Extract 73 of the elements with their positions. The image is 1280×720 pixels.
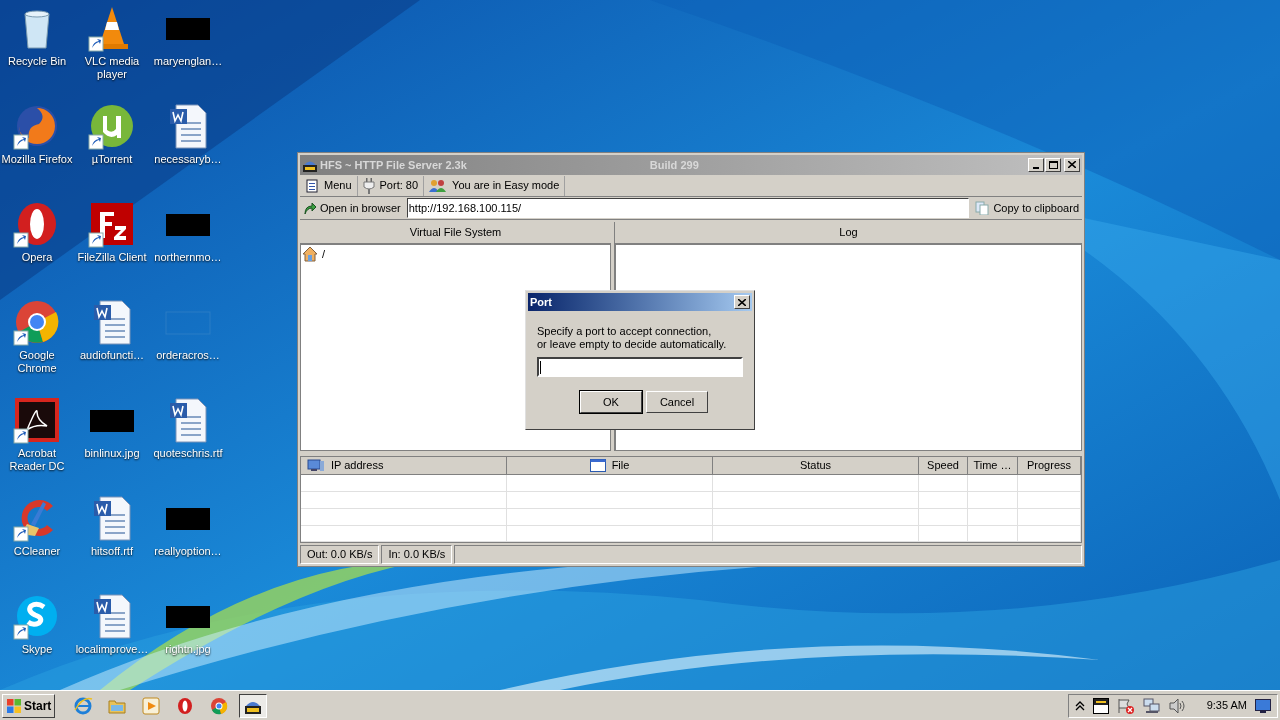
chevron-up-icon[interactable] (1074, 699, 1085, 712)
dialog-message: or leave empty to decide automatically. (537, 338, 728, 351)
toolbar-button[interactable]: You are in Easy mode (424, 175, 566, 196)
url-field[interactable]: http://192.168.100.115/ (406, 198, 970, 219)
media-player-icon (141, 695, 162, 716)
internet-explorer-icon (73, 695, 94, 716)
column-header[interactable]: Speed (919, 457, 968, 476)
toolbar-button[interactable]: Port: 80 (357, 175, 425, 196)
build-label: Build 299 (649, 157, 699, 173)
dialog-message: Specify a port to accept connection, (537, 325, 713, 338)
window-title: HFS ~ HTTP File Server 2.3k (320, 157, 467, 173)
network-icon[interactable] (1142, 697, 1161, 714)
speaker-icon[interactable] (1168, 697, 1187, 714)
server-icon[interactable] (1092, 697, 1109, 714)
desktop-icon-label[interactable]: maryenglan… (150, 55, 226, 68)
close-icon (1068, 161, 1076, 169)
dialog-title: Port (530, 294, 552, 310)
status-panel: Out: 0.0 KB/s (300, 545, 380, 564)
arrow-icon (303, 201, 317, 216)
users-icon (429, 178, 448, 193)
column-header[interactable]: Time … (968, 457, 1018, 476)
toolbar-button[interactable]: Menu (300, 175, 358, 196)
maximize-button[interactable] (1045, 157, 1061, 172)
flag-warning-icon[interactable] (1116, 697, 1135, 714)
desktop-icon-label[interactable]: necessaryb… (150, 153, 226, 166)
copy-icon (975, 201, 990, 216)
maximize-icon (1048, 160, 1058, 169)
home-icon (302, 246, 318, 263)
document-icon (305, 178, 319, 193)
desktop-icon-label[interactable]: Skype (0, 643, 75, 656)
tree-item[interactable]: / (302, 246, 326, 263)
copy-to-clipboard-button[interactable]: Copy to clipboard (972, 199, 1082, 217)
column-header[interactable]: IP address (301, 457, 507, 476)
desktop-icon-label[interactable]: Recycle Bin (0, 55, 75, 68)
close-button[interactable] (734, 295, 750, 309)
status-panel: In: 0.0 KB/s (381, 545, 453, 564)
close-button[interactable] (1064, 157, 1080, 172)
desktop-icon-label[interactable]: Opera (0, 251, 75, 264)
desktop-icon-label[interactable]: CCleaner (0, 545, 75, 558)
clock[interactable]: 9:35 AM (1206, 697, 1247, 714)
desktop-icon-label[interactable]: reallyoption… (150, 545, 226, 558)
column-header[interactable]: Progress (1018, 457, 1081, 476)
desktop-icon-label[interactable]: hitsoff.rtf (74, 545, 150, 558)
desktop-icon-label[interactable]: binlinux.jpg (74, 447, 150, 460)
windows-logo-icon (6, 697, 22, 714)
text-cursor-icon (540, 360, 541, 374)
desktop-icon-label[interactable]: Mozilla Firefox (0, 153, 75, 166)
desktop-icon-label[interactable]: VLC media player (74, 55, 150, 81)
desktop-icon-label[interactable]: Google Chrome (0, 349, 75, 375)
desktop-icon-label[interactable]: quoteschris.rtf (150, 447, 226, 460)
close-icon (738, 298, 746, 306)
column-header[interactable]: File (507, 457, 713, 476)
show-desktop-icon[interactable] (1255, 698, 1271, 713)
open-in-browser-button[interactable]: Open in browser (300, 199, 404, 217)
start-button[interactable]: Start (2, 693, 56, 718)
minimize-icon (1033, 166, 1039, 169)
minimize-button[interactable] (1028, 157, 1044, 172)
computer-icon (307, 459, 325, 473)
desktop-icon-label[interactable]: localimprove… (74, 643, 150, 656)
dialog-button[interactable]: OK (580, 391, 642, 413)
desktop-icon-label[interactable]: µTorrent (74, 153, 150, 166)
window-icon (589, 459, 606, 473)
port-input[interactable] (537, 357, 743, 377)
desktop-icon-label[interactable]: Acrobat Reader DC (0, 447, 75, 473)
desktop-icon-label[interactable]: orderacros… (150, 349, 226, 362)
plug-icon (362, 177, 375, 194)
taskbar-button[interactable] (239, 693, 268, 718)
desktop-icon-label[interactable]: audiofuncti… (74, 349, 150, 362)
desktop-icon-label[interactable]: FileZilla Client (74, 251, 150, 264)
column-header[interactable]: Status (713, 457, 919, 476)
desktop-icon-label[interactable]: northernmo… (150, 251, 226, 264)
dialog-button[interactable]: Cancel (646, 391, 708, 413)
chrome-icon (209, 695, 230, 716)
